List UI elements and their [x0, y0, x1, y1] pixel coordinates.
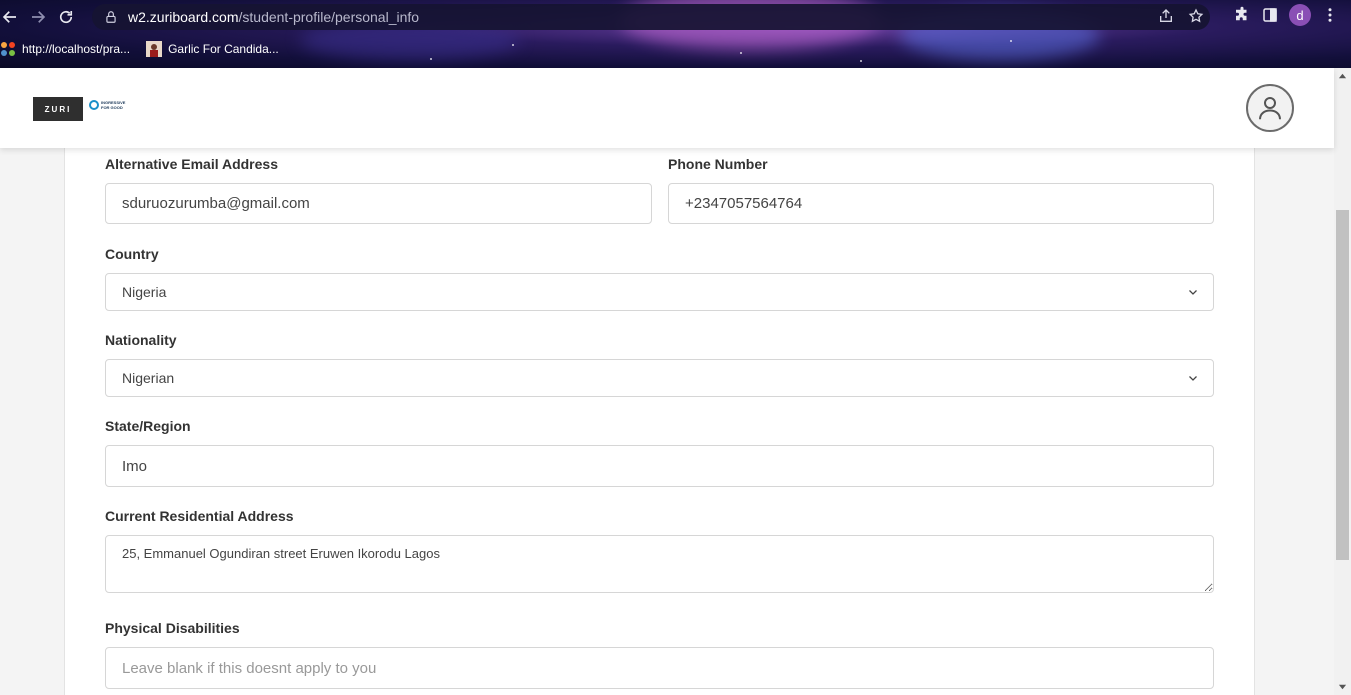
lock-icon[interactable] — [104, 10, 118, 24]
star-icon[interactable] — [1188, 8, 1204, 24]
country-selected-value: Nigeria — [122, 284, 167, 300]
bookmark-label: http://localhost/pra... — [22, 42, 131, 56]
background-star — [1010, 40, 1012, 42]
site-header: ZURI INGRESSIVE FOR GOOD — [0, 68, 1334, 148]
scroll-up-arrow-icon[interactable] — [1338, 72, 1347, 81]
personal-info-form: Alternative Email Address Phone Number C… — [64, 148, 1255, 695]
nationality-select[interactable]: Nigerian — [105, 359, 1214, 397]
address-textarea[interactable]: 25, Emmanuel Ogundiran street Eruwen Iko… — [105, 535, 1214, 593]
country-select[interactable]: Nigeria — [105, 273, 1214, 311]
sidepanel-icon[interactable] — [1261, 6, 1279, 24]
extensions-puzzle-icon[interactable] — [1233, 6, 1251, 24]
url-text: w2.zuriboard.com/student-profile/persona… — [128, 9, 419, 25]
ingressive-logo-text: INGRESSIVE FOR GOOD — [101, 100, 126, 110]
bookmark-label: Garlic For Candida... — [168, 42, 279, 56]
bookmark-garlic[interactable]: Garlic For Candida... — [146, 41, 279, 57]
user-profile-button[interactable] — [1246, 84, 1294, 132]
reload-icon — [59, 10, 73, 24]
state-input[interactable] — [105, 445, 1214, 487]
page-scrollbar[interactable] — [1334, 68, 1351, 695]
chevron-down-icon — [1189, 290, 1197, 295]
kebab-menu-icon[interactable] — [1321, 6, 1339, 24]
url-path: /student-profile/personal_info — [238, 9, 420, 25]
nationality-label: Nationality — [105, 332, 177, 348]
alt-email-input[interactable] — [105, 183, 652, 224]
share-icon[interactable] — [1158, 8, 1174, 24]
user-icon — [1259, 97, 1281, 120]
browser-profile-avatar[interactable]: d — [1289, 4, 1311, 26]
background-star — [430, 58, 432, 60]
browser-chrome: w2.zuriboard.com/student-profile/persona… — [0, 0, 1351, 68]
background-star — [740, 52, 742, 54]
country-label: Country — [105, 246, 159, 262]
scroll-down-arrow-icon[interactable] — [1338, 682, 1347, 691]
state-label: State/Region — [105, 418, 191, 434]
chevron-down-icon — [1189, 376, 1197, 381]
ingressive-logo-icon — [89, 100, 99, 110]
phone-label: Phone Number — [668, 156, 768, 172]
nationality-selected-value: Nigerian — [122, 370, 175, 386]
background-star — [860, 60, 862, 62]
disabilities-label: Physical Disabilities — [105, 620, 240, 636]
url-host: w2.zuriboard.com — [128, 9, 239, 25]
bookmark-localhost[interactable]: http://localhost/pra... — [0, 41, 130, 57]
background-star — [512, 44, 514, 46]
bookmarks-bar: http://localhost/pra... Garlic For Candi… — [0, 38, 279, 60]
address-label: Current Residential Address — [105, 508, 294, 524]
reload-button[interactable] — [52, 3, 80, 31]
phone-input[interactable] — [668, 183, 1214, 224]
back-button[interactable] — [0, 3, 24, 31]
scrollbar-thumb[interactable] — [1336, 210, 1349, 560]
alt-email-label: Alternative Email Address — [105, 156, 278, 172]
disabilities-input[interactable] — [105, 647, 1214, 689]
address-bar[interactable]: w2.zuriboard.com/student-profile/persona… — [92, 4, 1210, 30]
person-favicon-icon — [146, 41, 163, 57]
page-viewport: ZURI INGRESSIVE FOR GOOD Alternative Emai… — [0, 68, 1351, 695]
arrow-left-icon — [2, 11, 16, 23]
arrow-right-icon — [32, 11, 46, 23]
forward-button[interactable] — [24, 3, 52, 31]
zuri-logo[interactable]: ZURI — [33, 97, 83, 121]
joomla-favicon-icon — [0, 41, 16, 57]
ingressive-logo[interactable]: INGRESSIVE FOR GOOD — [89, 100, 125, 110]
